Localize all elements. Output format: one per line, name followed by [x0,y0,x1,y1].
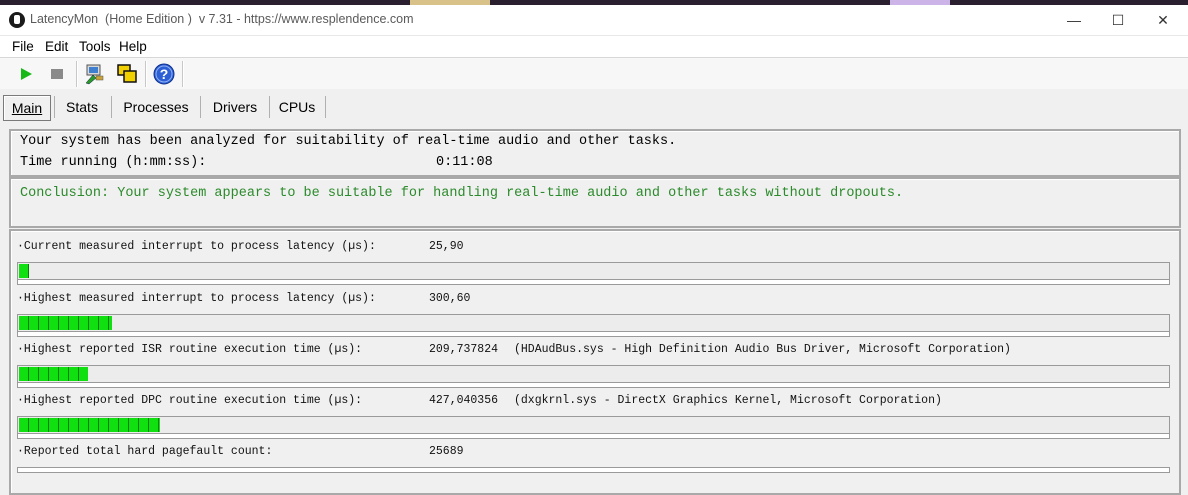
toolbar: ? [0,57,1188,90]
metric-label: ·Highest measured interrupt to process l… [17,292,376,305]
minimize-button[interactable]: — [1051,5,1097,35]
metric-value: 300,60 [429,292,471,305]
metric-value: 25,90 [429,240,464,253]
metric-value: 427,040356 [429,394,499,407]
metric-label: ·Current measured interrupt to process l… [17,240,376,253]
latency-bar-fill [19,316,112,330]
tab-main[interactable]: Main [3,95,51,121]
latency-bar-fill [19,264,29,278]
options-icon[interactable] [82,62,106,86]
stop-icon[interactable] [45,62,69,86]
metric-driver-info: (HDAudBus.sys - High Definition Audio Bu… [514,343,1011,356]
tab-drivers[interactable]: Drivers [207,95,263,119]
time-running-value: 0:11:08 [436,155,493,170]
conclusion-text: Conclusion: Your system appears to be su… [20,186,904,201]
metric-label: ·Highest reported ISR routine execution … [17,343,363,356]
latency-bar [17,416,1170,433]
svg-text:?: ? [160,66,169,82]
metric-label: ·Highest reported DPC routine execution … [17,394,363,407]
latency-bar-fill [19,367,88,381]
help-icon[interactable]: ? [152,62,176,86]
latency-bar [17,314,1170,331]
menu-help[interactable]: Help [119,39,147,54]
latencymon-app-icon [9,12,25,28]
tab-cpus[interactable]: CPUs [275,95,319,119]
play-icon[interactable] [14,62,38,86]
menu-edit[interactable]: Edit [45,39,68,54]
latency-bar [17,262,1170,279]
tab-processes[interactable]: Processes [118,95,194,119]
conclusion-panel: Conclusion: Your system appears to be su… [9,177,1181,228]
metric-label: ·Reported total hard pagefault count: [17,445,273,458]
summary-panel: Your system has been analyzed for suitab… [9,129,1181,177]
latency-bar [17,365,1170,382]
latency-bar-fill [19,418,160,432]
windows-icon[interactable] [115,62,139,86]
metric-driver-info: (dxgkrnl.sys - DirectX Graphics Kernel, … [514,394,942,407]
metric-value: 25689 [429,445,464,458]
metrics-panel: ·Current measured interrupt to process l… [9,229,1181,495]
tab-stats[interactable]: Stats [60,95,104,119]
tab-bar: Main Stats Processes Drivers CPUs [0,89,1188,123]
window-title: LatencyMon (Home Edition ) v 7.31 - http… [30,12,414,26]
title-bar[interactable]: LatencyMon (Home Edition ) v 7.31 - http… [0,5,1188,35]
time-running-label: Time running (h:mm:ss): [20,155,207,170]
menu-tools[interactable]: Tools [79,39,111,54]
menu-bar: File Edit Tools Help [0,35,1188,58]
maximize-button[interactable]: ☐ [1095,5,1141,35]
analysis-text: Your system has been analyzed for suitab… [20,134,677,149]
menu-file[interactable]: File [12,39,34,54]
close-button[interactable]: ✕ [1140,5,1186,35]
metric-value: 209,737824 [429,343,499,356]
